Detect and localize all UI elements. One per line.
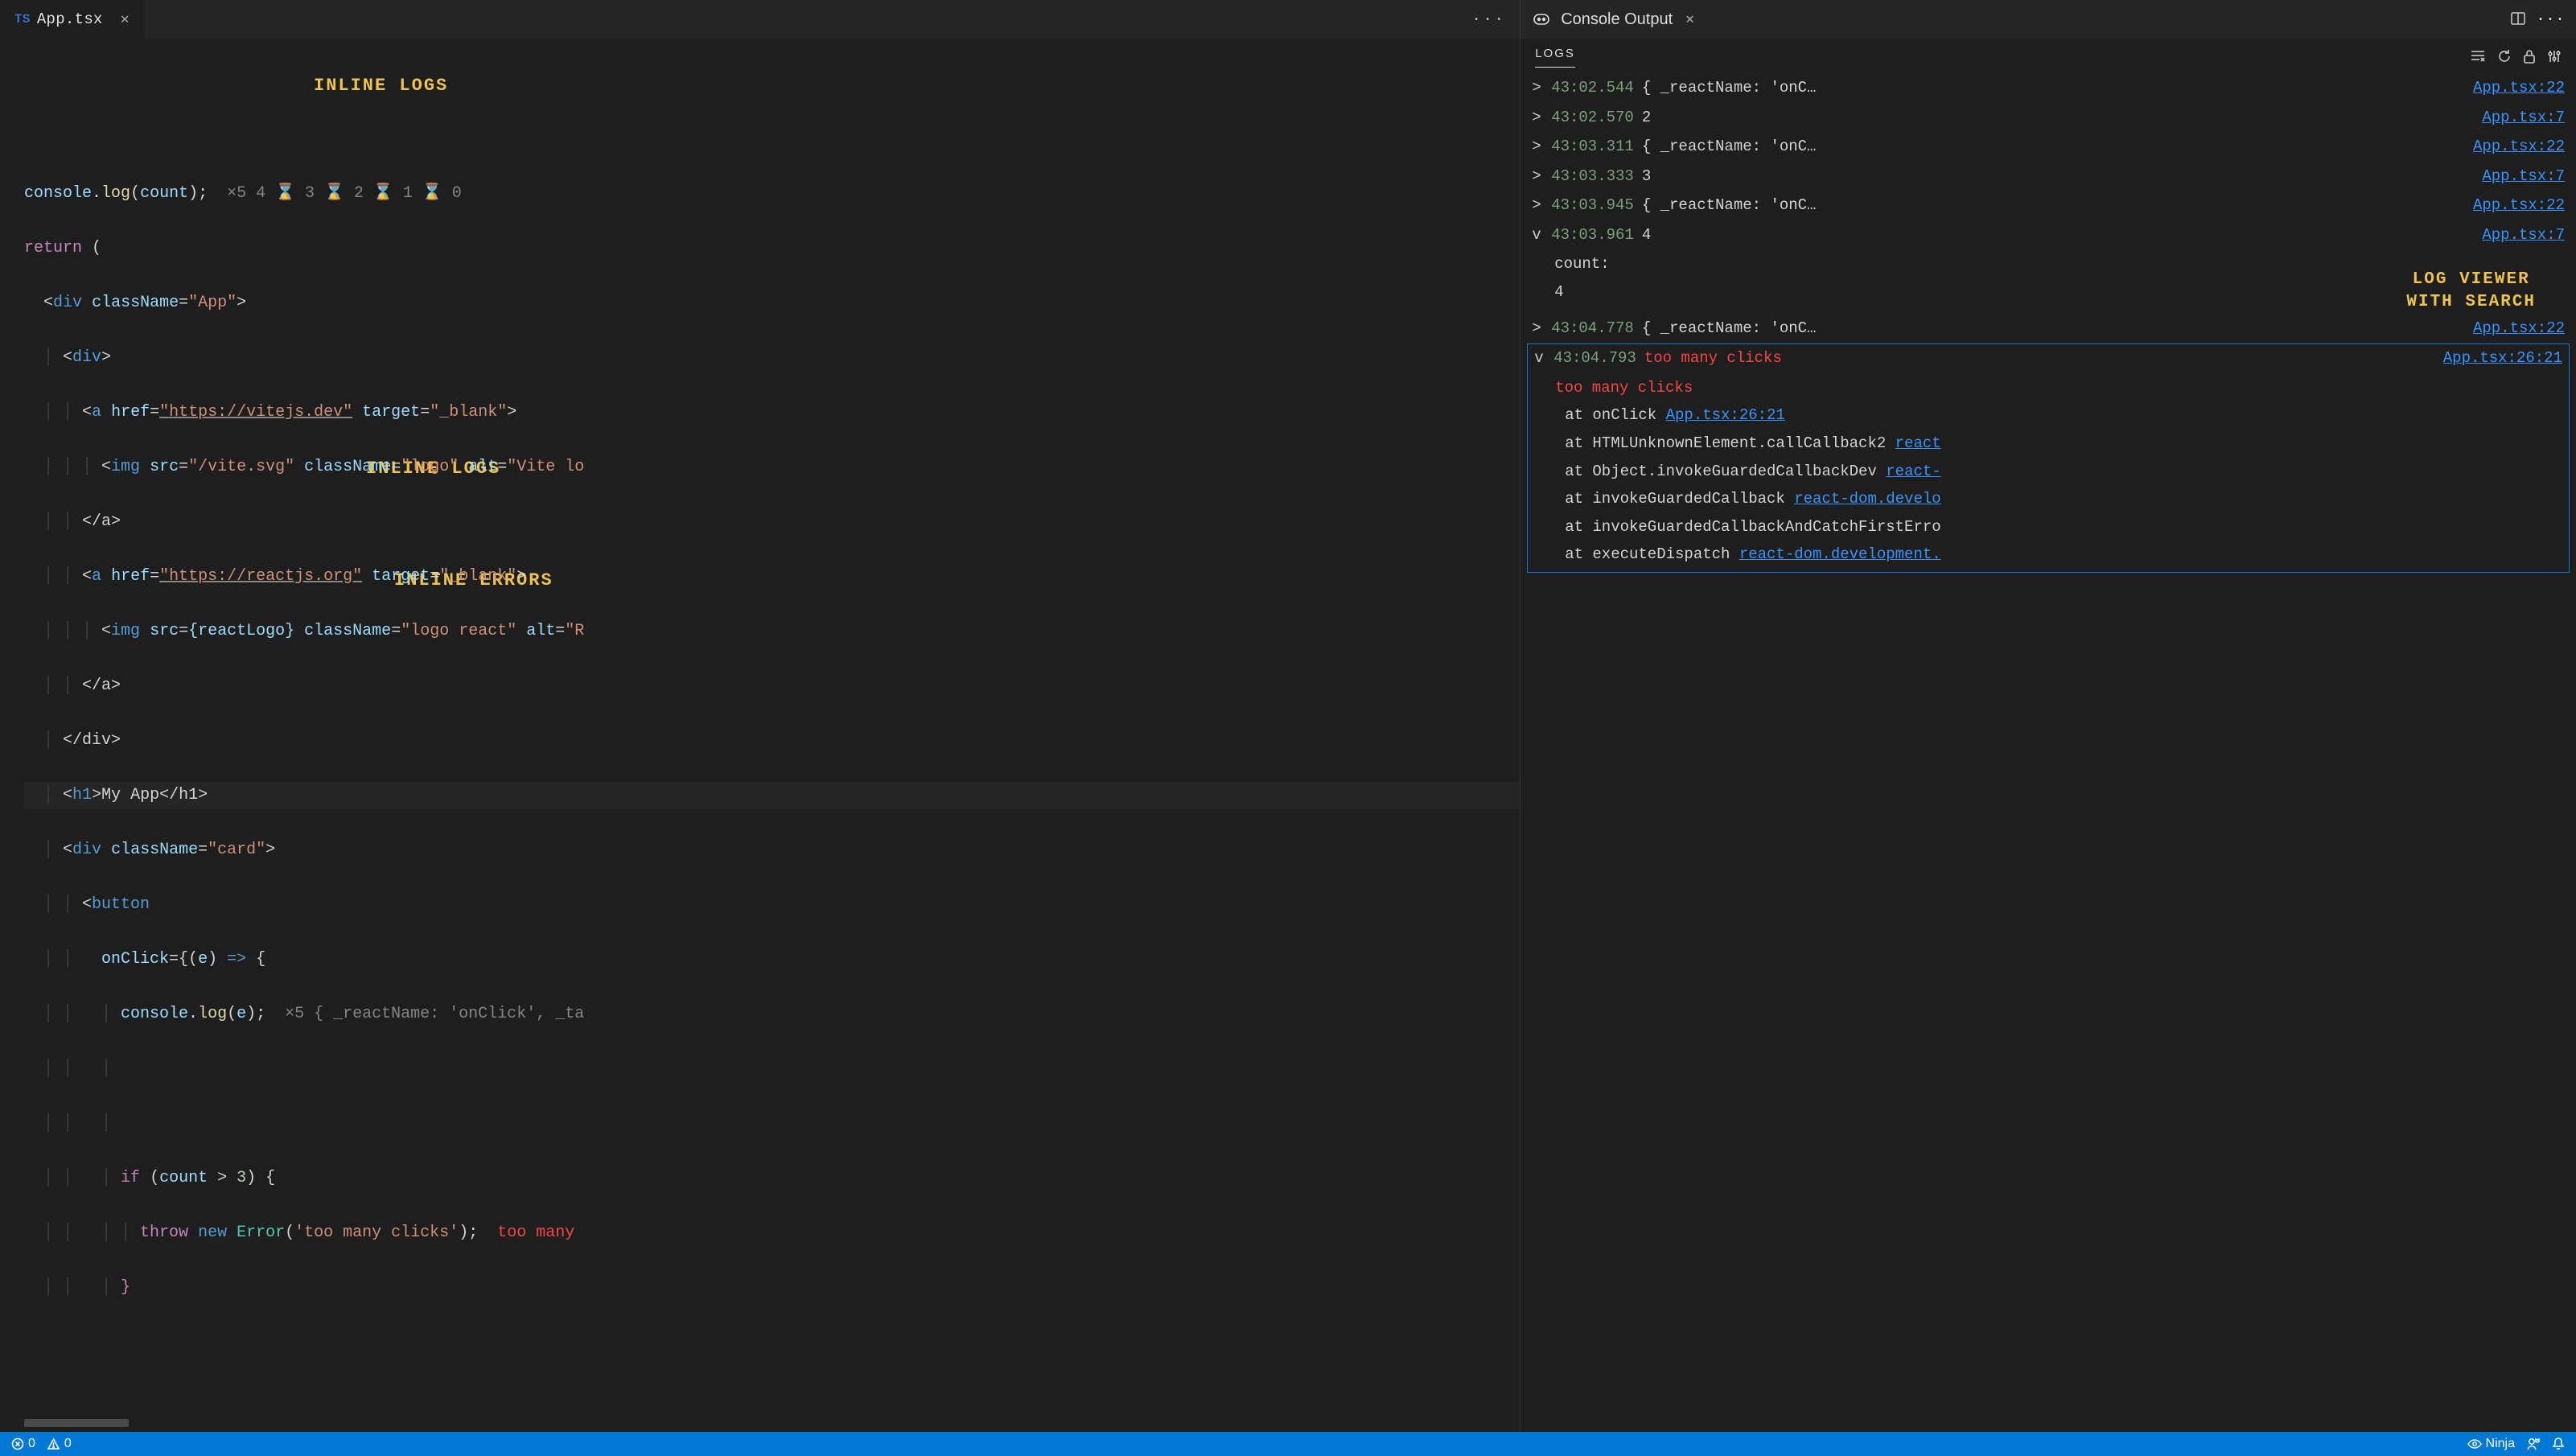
chevron-right-icon[interactable]: > — [1532, 74, 1543, 102]
log-timestamp: 43:02.544 — [1551, 74, 1634, 102]
log-source-link[interactable]: App.tsx:26:21 — [2443, 344, 2562, 372]
stack-link[interactable]: react- — [1886, 463, 1940, 480]
horizontal-scrollbar[interactable] — [24, 1419, 129, 1427]
stack-frame: at invokeGuardedCallbackAndCatchFirstErr… — [1533, 513, 2564, 541]
log-error-block[interactable]: v 43:04.793 too many clicks App.tsx:26:2… — [1527, 343, 2570, 573]
chevron-right-icon[interactable]: > — [1532, 315, 1543, 343]
more-icon[interactable]: ··· — [1471, 10, 1505, 29]
log-row[interactable]: > 43:03.311 { _reactName: 'onC… App.tsx:… — [1525, 133, 2571, 162]
panel-header: Console Output ✕ ··· — [1520, 0, 2576, 39]
panel-title: Console Output — [1561, 10, 1673, 29]
editor-tab-bar: TS App.tsx ✕ ··· — [0, 0, 1520, 39]
log-row[interactable]: > 43:02.570 2 App.tsx:7 — [1525, 104, 2571, 134]
tab-app-tsx[interactable]: TS App.tsx ✕ — [0, 0, 144, 39]
stack-link[interactable]: react-dom.development. — [1739, 545, 1941, 563]
status-errors[interactable]: 0 — [11, 1437, 35, 1451]
log-row[interactable]: > 43:03.333 3 App.tsx:7 — [1525, 162, 2571, 192]
log-message: { _reactName: 'onC… — [1642, 74, 2465, 102]
code-editor[interactable]: INLINE LOGS INLINE LOGS INLINE ERRORS co… — [0, 39, 1520, 1432]
split-editor-icon[interactable] — [2510, 10, 2526, 29]
log-source-link[interactable]: App.tsx:22 — [2473, 74, 2565, 102]
stack-frame: at onClick App.tsx:26:21 — [1533, 401, 2564, 430]
inline-log-hint: ×5 { _reactName: 'onClick', _ta — [285, 1005, 584, 1023]
ts-file-icon: TS — [14, 12, 31, 27]
warning-count: 0 — [64, 1437, 72, 1451]
stack-frame: at executeDispatch react-dom.development… — [1533, 541, 2564, 569]
annotation-log-viewer: LOG VIEWERWITH SEARCH — [2406, 269, 2536, 315]
log-row[interactable]: > 43:04.778 { _reactName: 'onC… App.tsx:… — [1525, 315, 2571, 344]
annotation-inline-logs-1: INLINE LOGS — [314, 71, 448, 101]
stack-frame: at invokeGuardedCallback react-dom.devel… — [1533, 485, 2564, 513]
close-icon[interactable]: ✕ — [1685, 10, 1694, 28]
log-source-link[interactable]: App.tsx:7 — [2482, 162, 2565, 191]
status-bar: 0 0 Ninja — [0, 1432, 2576, 1456]
console-ninja-icon — [1532, 10, 1551, 29]
feedback-icon[interactable] — [2526, 1437, 2541, 1451]
stack-link[interactable]: App.tsx:26:21 — [1666, 406, 1785, 424]
inline-log-hint: ×5 4 ⌛ 3 ⌛ 2 ⌛ 1 ⌛ 0 — [227, 184, 462, 203]
editor-pane: TS App.tsx ✕ ··· INLINE LOGS INLINE LOGS… — [0, 0, 1520, 1432]
more-icon[interactable]: ··· — [2536, 10, 2565, 29]
stack-frame: at HTMLUnknownElement.callCallback2 reac… — [1533, 430, 2564, 458]
log-row[interactable]: v 43:03.961 4 App.tsx:7 — [1525, 221, 2571, 251]
log-source-link[interactable]: App.tsx:7 — [2482, 221, 2565, 249]
lock-icon[interactable] — [2523, 49, 2536, 65]
log-error-message: too many clicks — [1644, 344, 2435, 372]
refresh-icon[interactable] — [2497, 49, 2512, 65]
error-count: 0 — [28, 1437, 35, 1451]
chevron-right-icon[interactable]: > — [1532, 162, 1543, 191]
log-source-link[interactable]: App.tsx:22 — [2473, 315, 2565, 343]
settings-sliders-icon[interactable] — [2547, 49, 2562, 65]
log-source-link[interactable]: App.tsx:22 — [2473, 191, 2565, 220]
error-detail: too many clicks — [1533, 374, 2564, 402]
log-source-link[interactable]: App.tsx:22 — [2473, 133, 2565, 161]
console-output-panel: Console Output ✕ ··· LOGS LOG — [1520, 0, 2576, 1432]
chevron-right-icon[interactable]: > — [1532, 104, 1543, 132]
panel-tabs: LOGS — [1520, 39, 2576, 68]
stack-link[interactable]: react-dom.develo — [1794, 490, 1940, 508]
close-icon[interactable]: ✕ — [121, 10, 130, 28]
filter-icon[interactable] — [2470, 49, 2486, 65]
log-row[interactable]: > 43:03.945 { _reactName: 'onC… App.tsx:… — [1525, 191, 2571, 221]
status-ninja[interactable]: Ninja — [2467, 1437, 2515, 1451]
status-warnings[interactable]: 0 — [47, 1437, 72, 1451]
inline-error-hint: too many — [497, 1224, 574, 1242]
bell-icon[interactable] — [2552, 1437, 2565, 1451]
tab-filename: App.tsx — [37, 10, 103, 28]
stack-frame: at Object.invokeGuardedCallbackDev react… — [1533, 458, 2564, 486]
chevron-right-icon[interactable]: > — [1532, 133, 1543, 161]
chevron-right-icon[interactable]: > — [1532, 191, 1543, 220]
chevron-down-icon[interactable]: v — [1532, 221, 1543, 249]
log-source-link[interactable]: App.tsx:7 — [2482, 104, 2565, 132]
chevron-down-icon[interactable]: v — [1534, 344, 1545, 372]
log-row[interactable]: > 43:02.544 { _reactName: 'onC… App.tsx:… — [1525, 74, 2571, 104]
log-list[interactable]: LOG VIEWERWITH SEARCH > 43:02.544 { _rea… — [1520, 68, 2576, 1432]
stack-link[interactable]: react — [1895, 434, 1941, 452]
tab-logs[interactable]: LOGS — [1535, 47, 1575, 68]
